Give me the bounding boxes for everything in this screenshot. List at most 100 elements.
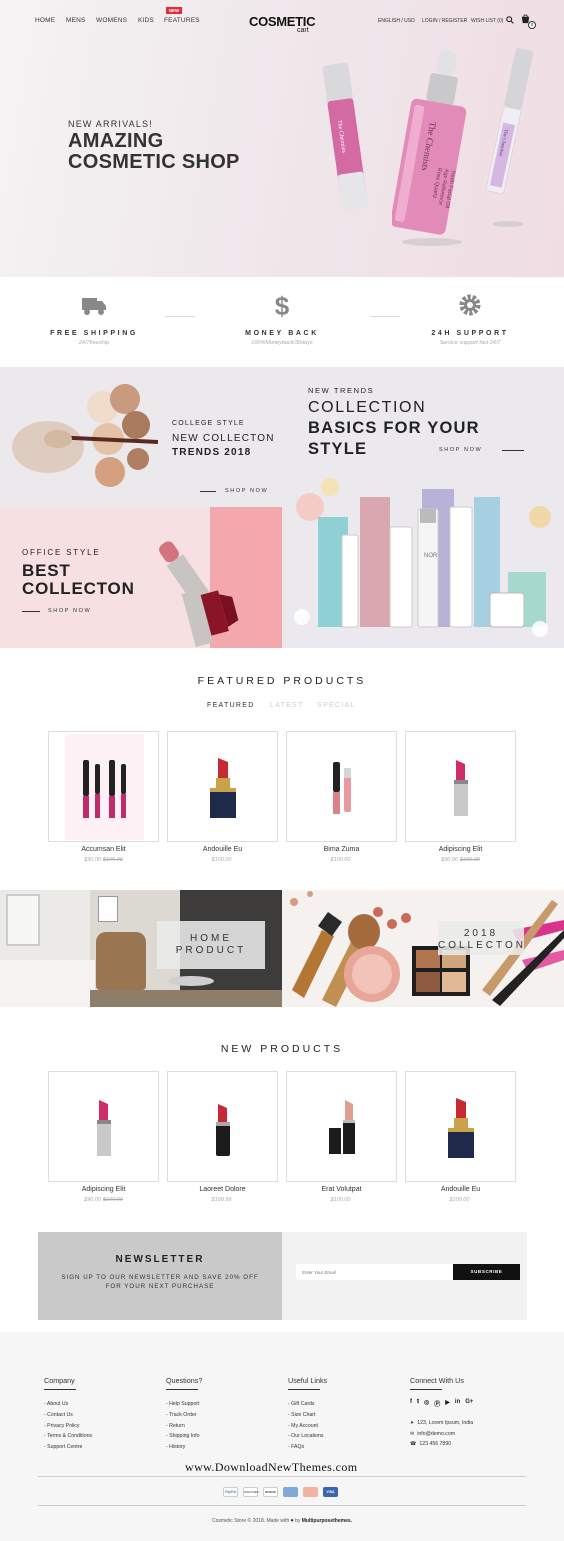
product-name[interactable]: Bima Zuma: [286, 846, 397, 853]
tab-special[interactable]: SPECIAL: [317, 702, 356, 709]
newsletter-panel: NEWSLETTER SIGN UP TO OUR NEWSLETTER AND…: [38, 1232, 282, 1320]
promo-office-style[interactable]: OFFICE STYLE BEST COLLECTON SHOP NOW: [0, 507, 282, 648]
product-name[interactable]: Andouille Eu: [167, 846, 278, 853]
footer-col-company: Company About Us Contact Us Privacy Poli…: [44, 1376, 92, 1453]
product-card[interactable]: [48, 731, 159, 842]
svg-text:NOR: NOR: [424, 553, 438, 559]
new-badge: NEW: [166, 7, 182, 14]
subscribe-button[interactable]: SUBSCRIBE: [453, 1264, 520, 1280]
product-card[interactable]: [167, 731, 278, 842]
footer-link[interactable]: Help Support: [166, 1399, 202, 1410]
shop-now-link[interactable]: SHOP NOW: [439, 447, 482, 453]
wishlist-link[interactable]: WISH LIST (0): [471, 18, 503, 24]
footer-link[interactable]: My Account: [288, 1421, 327, 1432]
product-price: $199.99: [211, 1197, 232, 1203]
facebook-icon[interactable]: f: [410, 1399, 412, 1408]
footer-link[interactable]: History: [166, 1442, 202, 1453]
mascara-product-image: [83, 760, 126, 818]
product-name[interactable]: Accumsan Elit: [48, 846, 159, 853]
footer-link[interactable]: Return: [166, 1421, 202, 1432]
nav-home[interactable]: HOME: [35, 17, 55, 24]
author-link[interactable]: Multipurposethemes.: [302, 1518, 352, 1524]
watermark-text: www.DownloadNewThemes.com: [185, 1460, 358, 1474]
footer-link[interactable]: FAQs: [288, 1442, 327, 1453]
login-link[interactable]: LOGIN / REGISTER: [422, 18, 467, 24]
shop-now-link[interactable]: SHOP NOW: [48, 608, 91, 614]
svg-text:$: $: [275, 291, 290, 320]
product-card[interactable]: [286, 1071, 397, 1182]
banner-2018-collection[interactable]: 2018 COLLECTON: [282, 890, 564, 1007]
product-card[interactable]: [48, 1071, 159, 1182]
search-icon[interactable]: [506, 16, 514, 24]
language-selector[interactable]: ENGLISH / USD: [378, 18, 415, 24]
email-field[interactable]: [296, 1264, 453, 1280]
promo-new-trends[interactable]: NEW TRENDS COLLECTION BASICS FOR YOUR ST…: [282, 367, 564, 648]
product-card[interactable]: [167, 1071, 278, 1182]
lipstick-product-image: [454, 760, 468, 816]
lipstick-product-image: [97, 1100, 111, 1156]
tab-latest[interactable]: LATEST: [270, 702, 304, 709]
banner-label: HOME PRODUCT: [157, 921, 265, 969]
skincare-collection-image: NOR: [294, 478, 551, 637]
amazon-pay-icon: amazon: [263, 1487, 278, 1497]
footer-link[interactable]: Track Order: [166, 1410, 202, 1421]
pinterest-icon[interactable]: Ⓟ: [434, 1399, 440, 1408]
visa-icon: VISA: [323, 1487, 338, 1497]
american-express-icon: [283, 1487, 298, 1497]
linkedin-icon[interactable]: in: [455, 1399, 460, 1408]
product-bottle-roller: The Chemists: [484, 44, 534, 234]
nav-kids[interactable]: KIDS: [138, 17, 154, 24]
footer-link[interactable]: Gift Cards: [288, 1399, 327, 1410]
product-name[interactable]: Andouille Eu: [405, 1186, 516, 1193]
tab-featured[interactable]: FEATURED: [207, 702, 255, 709]
nav-mens[interactable]: MENS: [66, 17, 86, 24]
footer-link[interactable]: Our Locations: [288, 1431, 327, 1442]
footer-link[interactable]: Size Chart: [288, 1410, 327, 1421]
lipstick-product-image: [448, 1098, 474, 1158]
product-name[interactable]: Adipiscing Elit: [48, 1186, 159, 1193]
product-bottle-spray: The Chemists: [318, 55, 378, 225]
product-price: $90.00 $100.00: [84, 1197, 123, 1203]
product-name[interactable]: Laoreet Dolore: [167, 1186, 278, 1193]
footer-col-connect: Connect With Us f 𝐭 ◎ Ⓟ ▶ in G+ ➤ 123, L…: [410, 1376, 473, 1450]
footer-col-questions: Questions? Help Support Track Order Retu…: [166, 1376, 202, 1453]
footer-link[interactable]: Shipping Info: [166, 1431, 202, 1442]
nav-features[interactable]: FEATURES: [164, 17, 200, 24]
location-icon: ➤: [410, 1420, 415, 1426]
product-card[interactable]: [286, 731, 397, 842]
footer-link[interactable]: Contact Us: [44, 1410, 92, 1421]
promo-college-style[interactable]: COLLEGE STYLE NEW COLLECTON TRENDS 2018 …: [0, 367, 282, 507]
gear-icon: [455, 290, 485, 320]
product-price: $90.00 $100.00: [441, 857, 480, 863]
footer-col-links: Useful Links Gift Cards Size Chart My Ac…: [288, 1376, 327, 1453]
product-price: $100.00: [449, 1197, 470, 1203]
instagram-icon[interactable]: ◎: [424, 1399, 429, 1408]
nav-womens[interactable]: WOMENS: [96, 17, 127, 24]
banner-home-product[interactable]: HOME PRODUCT: [0, 890, 282, 1007]
email[interactable]: ✉ info@demo.com: [410, 1429, 473, 1440]
product-price: $100.00: [211, 857, 232, 863]
copyright: Cosmetic Store © 2018. Made with ♥ by Mu…: [211, 1518, 353, 1524]
product-price: $100.00: [330, 857, 351, 863]
discover-icon: DISCOVER: [243, 1487, 259, 1497]
footer-link[interactable]: About Us: [44, 1399, 92, 1410]
google-plus-icon[interactable]: G+: [465, 1399, 473, 1408]
lipgloss-product-image: [333, 762, 351, 814]
product-name[interactable]: Erat Volutpat: [286, 1186, 397, 1193]
shop-now-link[interactable]: SHOP NOW: [225, 488, 268, 494]
footer-link[interactable]: Terms & Conditions: [44, 1431, 92, 1442]
address: ➤ 123, Lorem Ipsum, India: [410, 1420, 474, 1426]
logo-sub: cart: [297, 27, 309, 34]
youtube-icon[interactable]: ▶: [445, 1399, 450, 1408]
featured-products-title: FEATURED PRODUCTS: [197, 675, 367, 687]
product-card[interactable]: [405, 1071, 516, 1182]
footer-link[interactable]: Support Centre: [44, 1442, 92, 1453]
lipstick-product-image: [329, 1100, 355, 1154]
twitter-icon[interactable]: 𝐭: [417, 1399, 419, 1408]
footer-link[interactable]: Privacy Policy: [44, 1421, 92, 1432]
lipstick-image: [159, 541, 239, 647]
product-card[interactable]: [405, 731, 516, 842]
feature-free-shipping: FREE SHIPPING 24/7freeship: [0, 277, 188, 367]
product-name[interactable]: Adipiscing Elit: [405, 846, 516, 853]
hero-banner: HOME MENS WOMENS KIDS FEATURES NEW COSME…: [0, 0, 564, 277]
